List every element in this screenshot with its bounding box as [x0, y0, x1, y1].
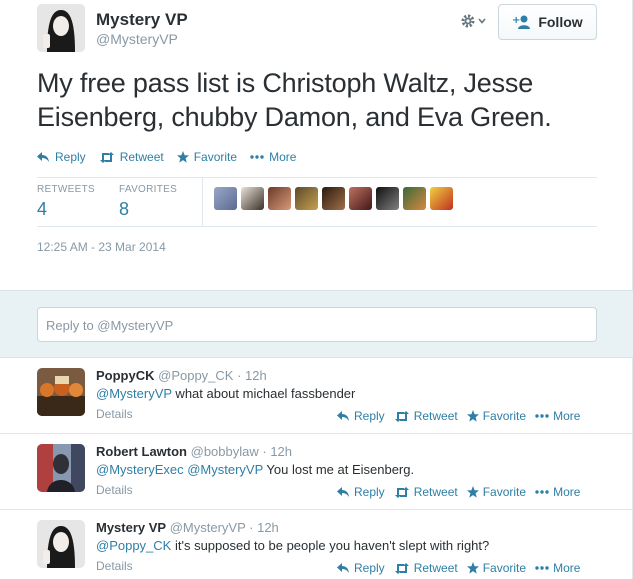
author-name[interactable]: Mystery VP [96, 10, 188, 30]
divider [202, 178, 203, 226]
favoriter-avatar[interactable] [376, 187, 399, 210]
star-icon [466, 410, 479, 422]
details-link[interactable]: Details [96, 559, 133, 573]
retweet-button[interactable]: Retweet [99, 150, 164, 164]
reply-avatar[interactable] [37, 444, 85, 492]
mention-link[interactable]: @MysteryVP [96, 386, 172, 401]
reply-text: @Poppy_CK it's supposed to be people you… [96, 538, 490, 553]
settings-menu[interactable] [460, 10, 494, 32]
favoriter-avatar[interactable] [295, 187, 318, 210]
reply-header: Robert Lawton @bobbylaw · 12h [96, 444, 292, 459]
reply-time[interactable]: · 12h [262, 444, 292, 459]
reply-icon [337, 486, 349, 497]
reply-icon [37, 151, 49, 162]
retweet-button[interactable]: Retweet [394, 409, 458, 423]
favoriter-avatar[interactable] [349, 187, 372, 210]
reply-time[interactable]: · 12h [249, 520, 279, 535]
retweet-icon [99, 151, 114, 163]
reply-button[interactable]: Reply [337, 409, 385, 423]
follow-label: Follow [538, 14, 583, 30]
reply-avatar[interactable] [37, 368, 85, 416]
details-link[interactable]: Details [96, 483, 133, 497]
mention-link[interactable]: @MysteryVP [187, 462, 263, 477]
star-icon [176, 151, 189, 163]
tweet-text: My free pass list is Christoph Waltz, Je… [37, 68, 552, 132]
reply-header: PoppyCK @Poppy_CK · 12h [96, 368, 267, 383]
reply-tweet: Robert Lawton @bobbylaw · 12h @MysteryEx… [0, 434, 633, 510]
tweet-actions: Reply Retweet Favorite More [37, 150, 309, 164]
reply-actions: Reply Retweet Favorite More [337, 409, 589, 423]
favorite-button[interactable]: Favorite [466, 409, 526, 423]
reply-author-handle[interactable]: @MysteryVP [170, 520, 246, 535]
favoriter-avatar[interactable] [268, 187, 291, 210]
favoriter-avatar[interactable] [430, 187, 453, 210]
author-handle[interactable]: @MysteryVP [96, 31, 178, 47]
more-dots-icon [535, 566, 549, 570]
reply-actions: Reply Retweet Favorite More [337, 485, 589, 499]
reply-time[interactable]: · 12h [237, 368, 267, 383]
retweet-button[interactable]: Retweet [394, 485, 458, 499]
reply-button[interactable]: Reply [337, 561, 385, 575]
reply-text: @MysteryVP what about michael fassbender [96, 386, 356, 401]
star-icon [466, 486, 479, 498]
more-dots-icon [250, 155, 264, 159]
favoriter-avatar[interactable] [403, 187, 426, 210]
more-dots-icon [535, 490, 549, 494]
reply-composer: Reply to @MysteryVP [0, 290, 633, 358]
reply-button[interactable]: Reply [337, 485, 385, 499]
retweets-stat[interactable]: RETWEETS 4 [37, 184, 95, 220]
reply-tweet: PoppyCK @Poppy_CK · 12h @MysteryVP what … [0, 358, 633, 434]
favoriter-avatar[interactable] [322, 187, 345, 210]
tweet-timestamp[interactable]: 12:25 AM - 23 Mar 2014 [37, 240, 166, 254]
svg-text:+: + [512, 15, 520, 26]
reply-author-handle[interactable]: @bobbylaw [191, 444, 259, 459]
reply-input[interactable]: Reply to @MysteryVP [37, 307, 597, 342]
reply-author-handle[interactable]: @Poppy_CK [158, 368, 233, 383]
mention-link[interactable]: @MysteryExec [96, 462, 184, 477]
more-button[interactable]: More [535, 409, 580, 423]
more-button[interactable]: More [250, 150, 296, 164]
divider [37, 226, 597, 227]
reply-author-name[interactable]: Mystery VP [96, 520, 166, 535]
retweet-icon [394, 410, 409, 422]
reply-header: Mystery VP @MysteryVP · 12h [96, 520, 279, 535]
reply-tweet: Mystery VP @MysteryVP · 12h @Poppy_CK it… [0, 510, 633, 579]
reply-actions: Reply Retweet Favorite More [337, 561, 589, 575]
reply-text: @MysteryExec @MysteryVP You lost me at E… [96, 462, 415, 477]
favorite-button[interactable]: Favorite [466, 485, 526, 499]
retweet-icon [394, 562, 409, 574]
reply-author-name[interactable]: PoppyCK [96, 368, 155, 383]
reply-avatar[interactable] [37, 520, 85, 568]
favorite-button[interactable]: Favorite [176, 150, 237, 164]
favorite-button[interactable]: Favorite [466, 561, 526, 575]
reply-icon [337, 410, 349, 421]
favoriter-avatar[interactable] [214, 187, 237, 210]
more-dots-icon [535, 414, 549, 418]
chevron-down-icon [478, 18, 486, 24]
details-link[interactable]: Details [96, 407, 133, 421]
follow-button[interactable]: + Follow [498, 4, 597, 40]
favoriter-avatar[interactable] [241, 187, 264, 210]
gear-icon [461, 14, 475, 28]
reply-icon [337, 562, 349, 573]
mention-link[interactable]: @Poppy_CK [96, 538, 171, 553]
add-user-icon: + [512, 15, 531, 29]
retweet-icon [394, 486, 409, 498]
favoriters-avatars [214, 187, 453, 210]
star-icon [466, 562, 479, 574]
more-button[interactable]: More [535, 561, 580, 575]
more-button[interactable]: More [535, 485, 580, 499]
reply-author-name[interactable]: Robert Lawton [96, 444, 187, 459]
divider [37, 177, 597, 178]
retweet-button[interactable]: Retweet [394, 561, 458, 575]
main-tweet: Mystery VP @MysteryVP + Follow My free p… [0, 0, 633, 290]
author-avatar[interactable] [37, 4, 85, 52]
favorites-stat[interactable]: FAVORITES 8 [119, 184, 177, 220]
reply-button[interactable]: Reply [37, 150, 86, 164]
